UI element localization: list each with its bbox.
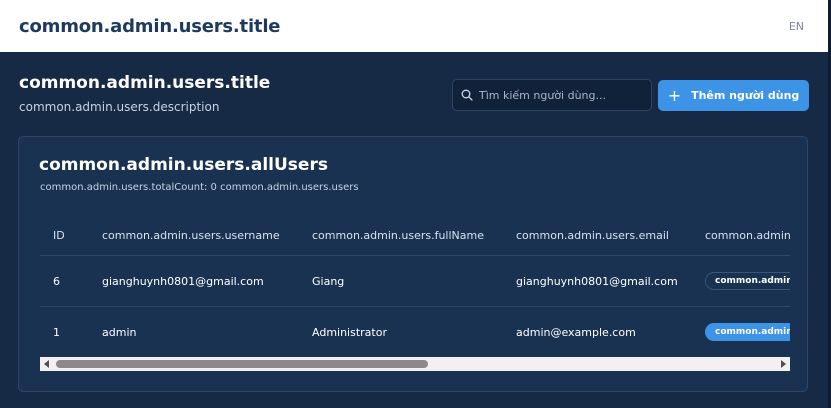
cell-fullname: Administrator [312,325,387,339]
cell-username: gianghuynh0801@gmail.com [102,255,312,307]
add-user-button[interactable]: + Thêm người dùng [658,80,809,111]
search-box[interactable] [452,79,652,111]
add-user-button-label: Thêm người dùng [691,89,800,102]
page-title: common.admin.users.title [19,73,271,93]
column-header-email[interactable]: common.admin.users.email [516,215,705,256]
cell-id: 1 [53,325,60,339]
column-header-fullname[interactable]: common.admin.users.fullName [312,215,516,256]
search-icon [461,89,473,101]
total-count-text: common.admin.users.totalCount: 0 common.… [40,182,359,193]
cell-id: 6 [40,255,102,307]
top-bar: common.admin.users.title EN [0,0,828,52]
column-header-id[interactable]: ID [40,215,102,256]
cell-role: common.admin.users.user [705,255,790,307]
users-table-viewport: ID common.admin.users.username common.ad… [40,215,790,369]
column-header-username[interactable]: common.admin.users.username [102,215,312,256]
search-input[interactable] [479,88,639,102]
scroll-left-arrow-icon[interactable] [44,360,49,368]
plus-icon: + [667,85,682,105]
cell-fullname: Giang [312,255,516,307]
cell-email: admin@example.com [516,325,636,339]
cell-role: common.admin.users.admin [705,307,790,358]
column-header-role[interactable]: common.admin.users.role [705,215,790,256]
table-horizontal-scrollbar[interactable] [40,357,790,371]
role-badge: common.admin.users.user [705,272,790,290]
language-switcher[interactable]: EN [789,20,804,33]
page-description: common.admin.users.description [19,100,220,114]
scrollbar-thumb[interactable] [56,360,428,368]
scroll-right-arrow-icon[interactable] [781,360,786,368]
cell-username: admin [102,325,137,339]
table-row[interactable]: 1 admin Administrator admin@example.com … [40,307,790,358]
cell-email: gianghuynh0801@gmail.com [516,255,705,307]
role-badge: common.admin.users.admin [705,323,790,341]
table-header-row: ID common.admin.users.username common.ad… [40,215,790,256]
users-card: common.admin.users.allUsers common.admin… [18,136,808,392]
app-title: common.admin.users.title [19,15,281,37]
card-title: common.admin.users.allUsers [39,155,328,175]
users-table: ID common.admin.users.username common.ad… [40,215,790,357]
table-row[interactable]: 6 gianghuynh0801@gmail.com Giang gianghu… [40,255,790,307]
